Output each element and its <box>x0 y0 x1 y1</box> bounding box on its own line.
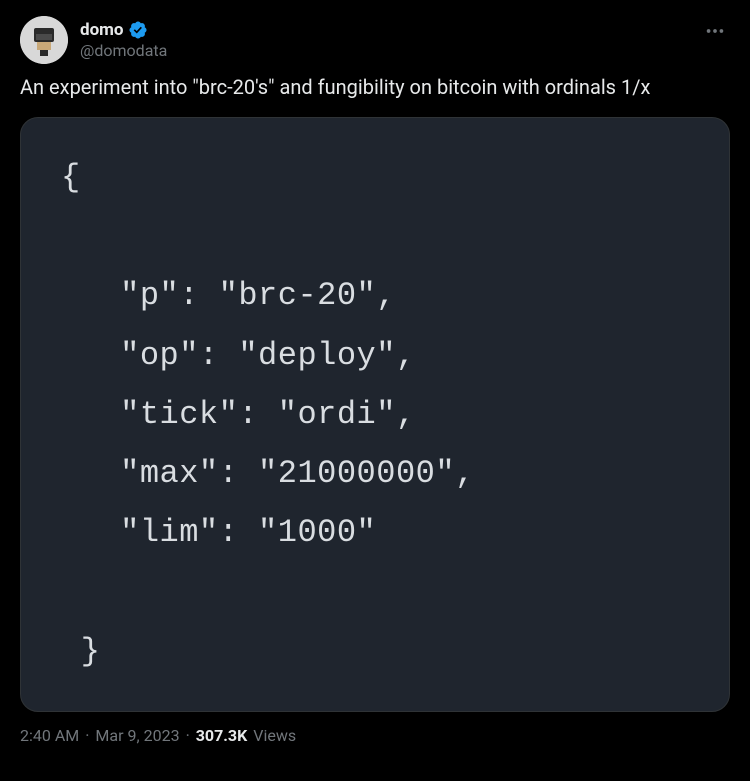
verified-badge-icon <box>128 20 148 40</box>
header-left: domo @domodata <box>20 16 167 64</box>
separator-dot: · <box>186 726 190 745</box>
user-info: domo @domodata <box>80 19 167 62</box>
tweet-container: domo @domodata An experiment into "brc-2… <box>20 16 730 745</box>
tweet-time[interactable]: 2:40 AM <box>20 726 79 745</box>
tweet-footer: 2:40 AM · Mar 9, 2023 · 307.3K Views <box>20 726 730 745</box>
avatar[interactable] <box>20 16 68 64</box>
avatar-image <box>20 16 68 64</box>
display-name[interactable]: domo <box>80 19 124 41</box>
views-label: Views <box>253 726 296 745</box>
embedded-image[interactable]: { "p": "brc-20", "op": "deploy", "tick":… <box>20 117 730 712</box>
more-options-icon[interactable] <box>700 16 730 50</box>
tweet-header: domo @domodata <box>20 16 730 64</box>
user-handle[interactable]: @domodata <box>80 41 167 62</box>
tweet-date[interactable]: Mar 9, 2023 <box>95 726 179 745</box>
tweet-text: An experiment into "brc-20's" and fungib… <box>20 74 730 101</box>
views-count[interactable]: 307.3K <box>196 726 248 745</box>
separator-dot: · <box>85 726 89 745</box>
code-block: { "p": "brc-20", "op": "deploy", "tick":… <box>61 148 689 681</box>
name-row: domo <box>80 19 167 41</box>
